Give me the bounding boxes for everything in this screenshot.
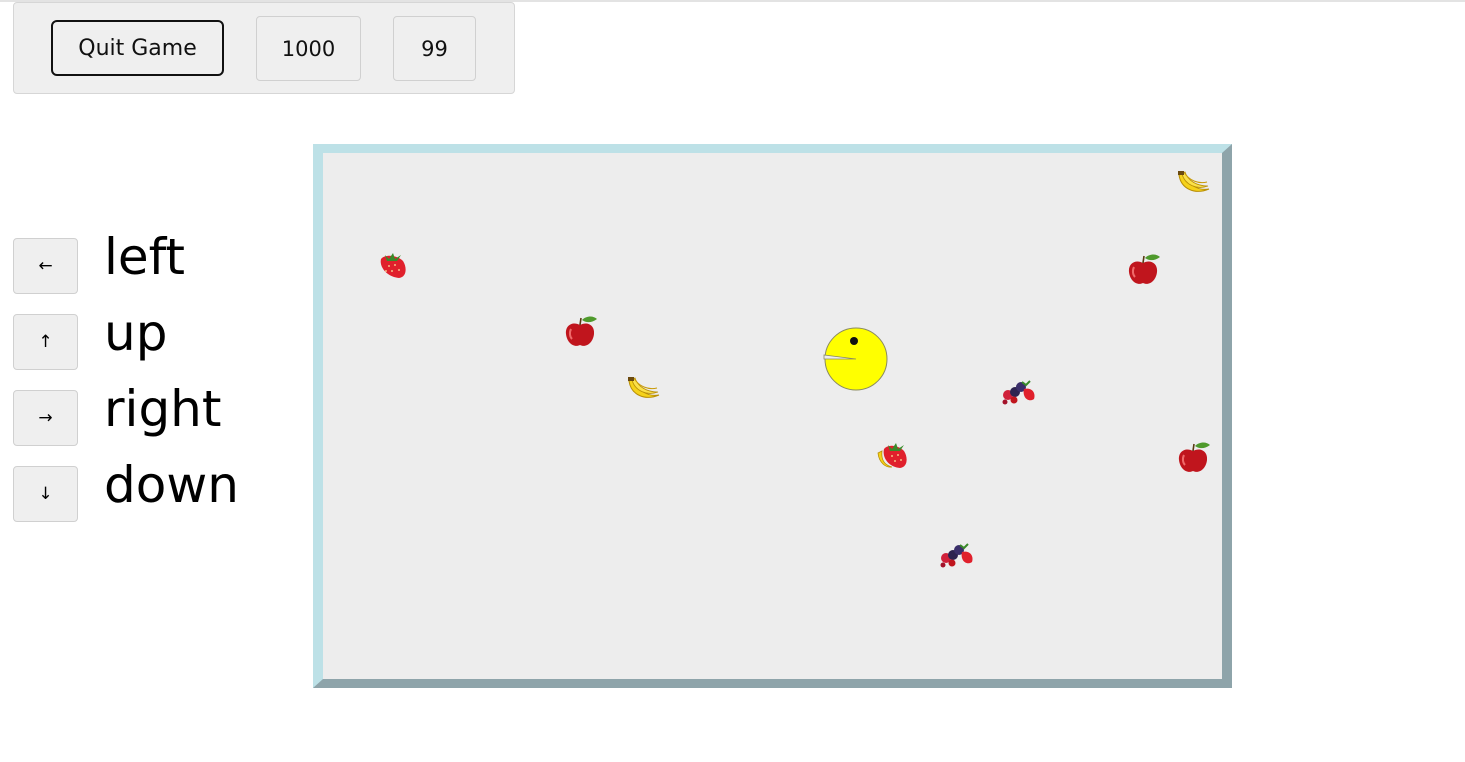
lives-display[interactable]: 99 [393,16,476,81]
berries-icon [940,543,973,568]
apple-icon [1178,442,1210,472]
apple-icon [565,316,597,346]
right-label: right [104,380,222,438]
berries-icon [1002,380,1035,405]
score-display[interactable]: 1000 [256,16,361,81]
left-arrow-button[interactable]: ← [13,238,78,294]
strawberry-icon [380,253,406,278]
game-toolbar: Quit Game 1000 99 [13,2,515,94]
apple-icon [1128,254,1160,284]
banana-icon [628,377,660,398]
strawberry-icon [877,443,907,468]
down-label: down [104,456,239,514]
left-label: left [104,228,185,286]
right-arrow-button[interactable]: → [13,390,78,446]
game-board[interactable] [313,144,1232,688]
banana-icon [1178,171,1210,192]
up-arrow-button[interactable]: ↑ [13,314,78,370]
down-arrow-button[interactable]: ↓ [13,466,78,522]
pacman-player [823,327,888,391]
up-label: up [104,304,168,362]
quit-game-button[interactable]: Quit Game [51,20,224,76]
